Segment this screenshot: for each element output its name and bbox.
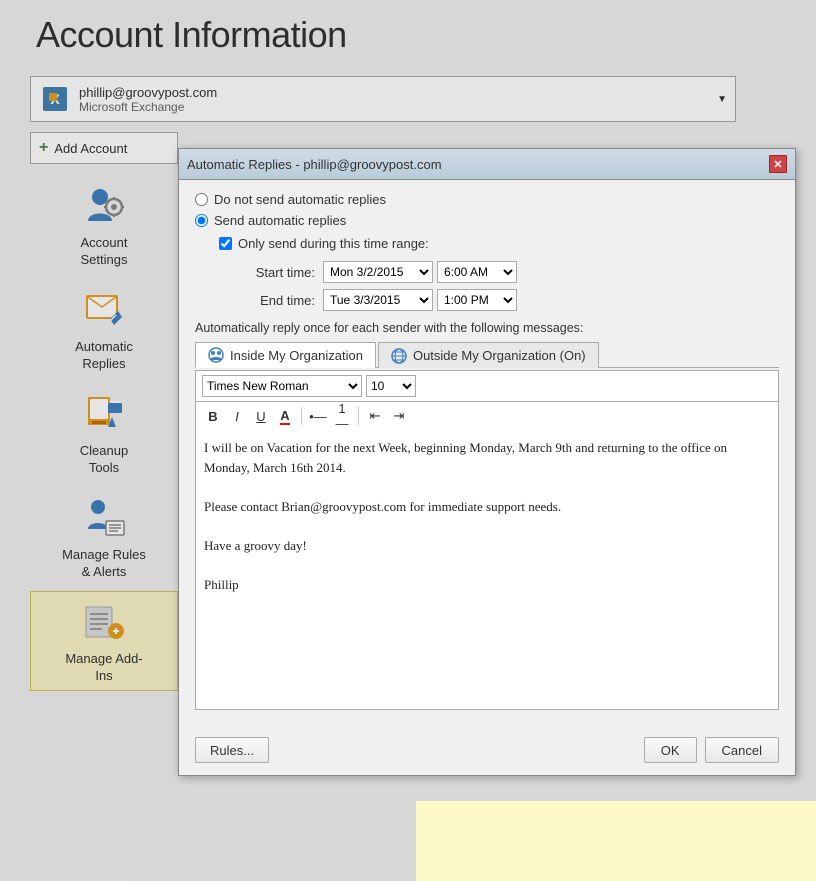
- toolbar-divider-1: [301, 407, 302, 425]
- end-time-row: End time: Tue 3/3/2015 1:00 PM: [235, 289, 779, 311]
- dialog-titlebar: Automatic Replies - phillip@groovypost.c…: [179, 149, 795, 180]
- dialog-title: Automatic Replies - phillip@groovypost.c…: [187, 157, 442, 172]
- tab-inside-org-label: Inside My Organization: [230, 348, 363, 363]
- send-auto-label: Send automatic replies: [214, 213, 346, 228]
- underline-button[interactable]: U: [250, 405, 272, 427]
- underline-icon: U: [256, 409, 265, 424]
- font-toolbar: Times New Roman 10: [195, 370, 779, 401]
- outside-org-icon: [391, 348, 407, 364]
- automatic-replies-dialog: Automatic Replies - phillip@groovypost.c…: [178, 148, 796, 776]
- autoreply-description: Automatically reply once for each sender…: [195, 321, 779, 335]
- font-color-button[interactable]: A: [274, 405, 296, 427]
- increase-indent-button[interactable]: ⇥: [388, 405, 410, 427]
- dialog-close-button[interactable]: ✕: [769, 155, 787, 173]
- start-time-label: Start time:: [235, 265, 315, 280]
- start-time-row: Start time: Mon 3/2/2015 6:00 AM: [235, 261, 779, 283]
- decrease-indent-icon: ⇤: [370, 408, 381, 424]
- ok-button[interactable]: OK: [644, 737, 697, 763]
- decrease-indent-button[interactable]: ⇤: [364, 405, 386, 427]
- numbering-icon: 1—: [332, 401, 352, 431]
- send-auto-input[interactable]: [195, 214, 208, 227]
- tab-outside-org[interactable]: Outside My Organization (On): [378, 342, 599, 368]
- bold-icon: B: [208, 409, 217, 424]
- time-range-checkbox[interactable]: [219, 237, 232, 250]
- bullets-button[interactable]: •—: [307, 405, 329, 427]
- only-send-label: Only send during this time range:: [238, 236, 429, 251]
- dialog-footer: Rules... OK Cancel: [179, 727, 795, 775]
- bold-button[interactable]: B: [202, 405, 224, 427]
- numbering-button[interactable]: 1—: [331, 405, 353, 427]
- organization-tabs: Inside My Organization Outside My Organi…: [195, 341, 779, 368]
- do-not-send-input[interactable]: [195, 193, 208, 206]
- italic-button[interactable]: I: [226, 405, 248, 427]
- font-size-select[interactable]: 10: [366, 375, 416, 397]
- end-date-select[interactable]: Tue 3/3/2015: [323, 289, 433, 311]
- cancel-button[interactable]: Cancel: [705, 737, 779, 763]
- italic-icon: I: [235, 409, 239, 424]
- do-not-send-label: Do not send automatic replies: [214, 192, 386, 207]
- toolbar-divider-2: [358, 407, 359, 425]
- time-range-checkbox-row[interactable]: Only send during this time range:: [219, 236, 779, 251]
- end-time-select[interactable]: 1:00 PM: [437, 289, 517, 311]
- font-family-select[interactable]: Times New Roman: [202, 375, 362, 397]
- increase-indent-icon: ⇥: [394, 408, 405, 424]
- font-color-icon: A: [280, 408, 289, 425]
- end-time-label: End time:: [235, 293, 315, 308]
- reply-mode-group: Do not send automatic replies Send autom…: [195, 192, 779, 228]
- do-not-send-radio[interactable]: Do not send automatic replies: [195, 192, 779, 207]
- dialog-body: Do not send automatic replies Send autom…: [179, 180, 795, 727]
- start-time-select[interactable]: 6:00 AM: [437, 261, 517, 283]
- tab-outside-org-label: Outside My Organization (On): [413, 348, 586, 363]
- bottom-yellow-area: [416, 801, 816, 881]
- format-toolbar: B I U A •— 1— ⇤ ⇥: [195, 401, 779, 430]
- rules-button[interactable]: Rules...: [195, 737, 269, 763]
- tab-inside-org[interactable]: Inside My Organization: [195, 342, 376, 368]
- reply-message-textarea[interactable]: I will be on Vacation for the next Week,…: [195, 430, 779, 710]
- bullets-icon: •—: [309, 409, 327, 424]
- send-auto-radio[interactable]: Send automatic replies: [195, 213, 779, 228]
- inside-org-icon: [208, 347, 224, 363]
- footer-actions: OK Cancel: [644, 737, 779, 763]
- start-date-select[interactable]: Mon 3/2/2015: [323, 261, 433, 283]
